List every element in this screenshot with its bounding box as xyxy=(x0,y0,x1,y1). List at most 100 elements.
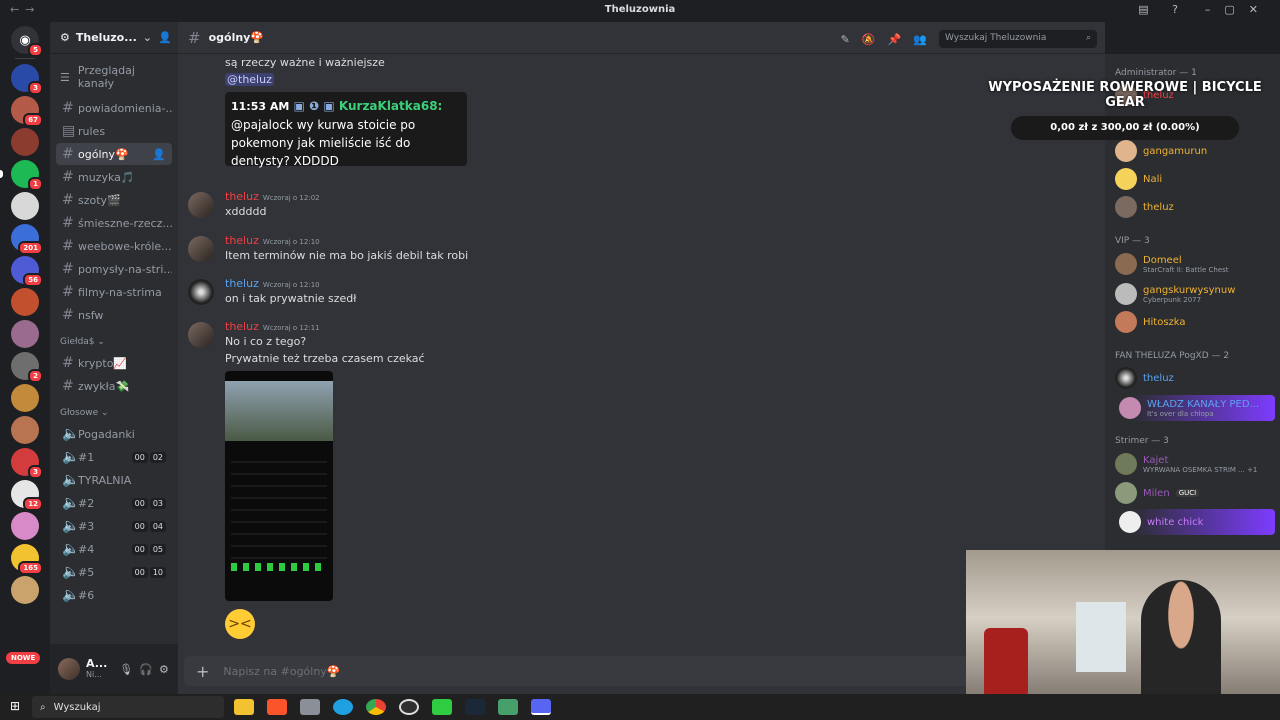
brave-browser-icon[interactable] xyxy=(267,699,287,715)
server-icon[interactable]: 56 xyxy=(11,256,43,287)
server-icon[interactable] xyxy=(11,320,39,348)
browse-channels[interactable]: ☰ Przeglądaj kanały xyxy=(50,54,178,96)
channel-item[interactable]: # śmieszne-rzecz... xyxy=(56,212,172,234)
mute-bell-icon[interactable]: 🔕 xyxy=(862,33,876,46)
avatar[interactable] xyxy=(188,236,214,262)
server-icon[interactable]: 201 xyxy=(11,224,43,255)
voice-channel[interactable]: 🔈 #4 00 05 xyxy=(56,538,172,560)
channel-sidebar: ⚙ Theluzo... ⌄ 👤 ☰ Przeglądaj kanały # po… xyxy=(50,22,178,694)
members-icon[interactable]: 👥 xyxy=(913,33,927,46)
voice-channel[interactable]: 🔈 Pogadanki xyxy=(56,423,172,445)
edge-browser-icon[interactable] xyxy=(333,699,353,715)
search-input[interactable]: Wyszukaj Theluzownia ⌕ xyxy=(939,30,1097,48)
member-item[interactable]: WŁADZ KANAŁY PED... It's over dla chłopa xyxy=(1115,395,1275,421)
server-icon[interactable]: 2 xyxy=(11,352,43,383)
member-item[interactable]: Nali xyxy=(1115,168,1275,190)
server-icon[interactable] xyxy=(11,416,39,444)
microphone-icon[interactable]: 🎙 xyxy=(119,663,133,676)
channel-item[interactable]: # krypto📈 xyxy=(56,352,172,374)
voice-channel[interactable]: 🔈 #2 00 03 xyxy=(56,492,172,514)
steam-icon[interactable] xyxy=(465,699,485,715)
voice-channel[interactable]: 🔈 #3 00 04 xyxy=(56,515,172,537)
server-icon[interactable]: 1 xyxy=(11,160,43,191)
member-item[interactable]: theluz xyxy=(1115,196,1275,218)
guild-header[interactable]: ⚙ Theluzo... ⌄ 👤 xyxy=(50,22,178,54)
message-author[interactable]: theluz xyxy=(225,190,259,203)
member-item[interactable]: theluz xyxy=(1115,367,1275,389)
member-item[interactable]: Domeel StarCraft II: Battle Chest xyxy=(1115,253,1275,275)
message-author[interactable]: theluz xyxy=(225,277,259,290)
add-member-icon[interactable]: 👤 xyxy=(158,31,172,44)
attached-image[interactable]: 11:53 AM ▣ ❶ ▣ KurzaKlatka68: @pajalock … xyxy=(225,92,467,168)
server-icon[interactable]: 67 xyxy=(11,96,43,127)
new-badge[interactable]: NOWE xyxy=(6,652,41,664)
server-icon[interactable]: 3 xyxy=(11,64,43,95)
channel-item[interactable]: # zwykła💸 xyxy=(56,375,172,397)
server-icon[interactable] xyxy=(11,192,39,220)
server-icon[interactable] xyxy=(11,384,39,412)
channel-item[interactable]: # filmy-na-strima xyxy=(56,281,172,303)
member-item[interactable]: Hitoszka xyxy=(1115,311,1275,333)
gear-icon[interactable]: ⚙ xyxy=(159,663,169,676)
channel-item[interactable]: # szoty🎬 xyxy=(56,189,172,211)
voice-channel[interactable]: 🔈 #6 xyxy=(56,584,172,606)
member-item[interactable]: Kajet WYRWANA OSEMKA STRIM ... +1 xyxy=(1115,453,1275,475)
channel-item[interactable]: # nsfw xyxy=(56,304,172,326)
channel-item-active[interactable]: # ogólny🍄 👤 xyxy=(56,143,172,165)
server-icon[interactable] xyxy=(11,512,39,540)
avatar[interactable] xyxy=(188,322,214,348)
server-icon[interactable]: 165 xyxy=(11,544,43,575)
guild-icon: ⚙ xyxy=(60,31,70,44)
voice-channel[interactable]: 🔈 #5 00 10 xyxy=(56,561,172,583)
taskbar-search[interactable]: ⌕ Wyszukaj xyxy=(32,696,224,718)
category-voice[interactable]: Głosowe ⌄ xyxy=(50,398,178,422)
voice-channel[interactable]: 🔈 #1 00 02 xyxy=(56,446,172,468)
discord-taskbar-icon[interactable] xyxy=(531,699,551,715)
server-icon[interactable] xyxy=(11,128,39,156)
server-icon[interactable]: 3 xyxy=(11,448,43,479)
avatar[interactable] xyxy=(58,658,80,680)
channel-item[interactable]: # muzyka🎵 xyxy=(56,166,172,188)
app-icon[interactable] xyxy=(300,699,320,715)
category-gielda[interactable]: Giełda$ ⌄ xyxy=(50,327,178,351)
inbox-help-icons[interactable]: ▤ ? xyxy=(1138,3,1188,16)
server-icon[interactable] xyxy=(11,288,39,316)
voice-channel[interactable]: 🔈 TYRALNIA xyxy=(56,469,172,491)
role-header: Strimer — 3 xyxy=(1115,436,1169,446)
user-mention[interactable]: @theluz xyxy=(225,73,274,86)
channel-item[interactable]: ▤ rules xyxy=(56,120,172,142)
message-composer[interactable]: + Napisz na #ogólny🍄 xyxy=(184,656,1096,686)
member-item[interactable]: white chick xyxy=(1115,509,1275,535)
member-item[interactable]: Milen GUCI xyxy=(1115,482,1275,504)
app-icon[interactable] xyxy=(498,699,518,715)
channel-item[interactable]: # weebowe-króle... xyxy=(56,235,172,257)
chrome-browser-icon[interactable] xyxy=(366,699,386,715)
channel-item[interactable]: # pomysły-na-stri... xyxy=(56,258,172,280)
media-player-icon[interactable] xyxy=(432,699,452,715)
avatar[interactable] xyxy=(188,192,214,218)
windows-start-icon[interactable]: ⊞ xyxy=(10,699,20,713)
add-member-icon[interactable]: 👤 xyxy=(152,148,166,161)
embed-nick: KurzaKlatka68: xyxy=(338,99,443,113)
discord-home-icon[interactable]: ◉ 5 xyxy=(11,26,43,57)
message-author[interactable]: theluz xyxy=(225,320,259,333)
member-item[interactable]: gangskurwysynuw Cyberpunk 2077 xyxy=(1115,283,1275,305)
message-text: Prywatnie też trzeba czasem czekać xyxy=(225,352,425,365)
avatar xyxy=(1115,253,1137,275)
channel-item[interactable]: # powiadomienia-... xyxy=(56,97,172,119)
pin-icon[interactable]: 📌 xyxy=(888,33,902,46)
window-controls[interactable]: –▢✕ xyxy=(1205,3,1272,16)
file-explorer-icon[interactable] xyxy=(234,699,254,715)
threads-icon[interactable]: ✎ xyxy=(841,33,850,46)
avatar[interactable] xyxy=(188,279,214,305)
avatar xyxy=(1119,397,1141,419)
add-attachment-icon[interactable]: + xyxy=(196,662,209,681)
attached-screenshot[interactable] xyxy=(225,371,333,601)
headphones-icon[interactable]: 🎧 xyxy=(139,663,153,676)
server-icon[interactable]: 12 xyxy=(11,480,43,511)
message-author[interactable]: theluz xyxy=(225,234,259,247)
server-icon[interactable] xyxy=(11,576,39,604)
hash-icon: # xyxy=(62,378,74,394)
obs-icon[interactable] xyxy=(399,699,419,715)
member-item[interactable]: gangamurun xyxy=(1115,140,1275,162)
